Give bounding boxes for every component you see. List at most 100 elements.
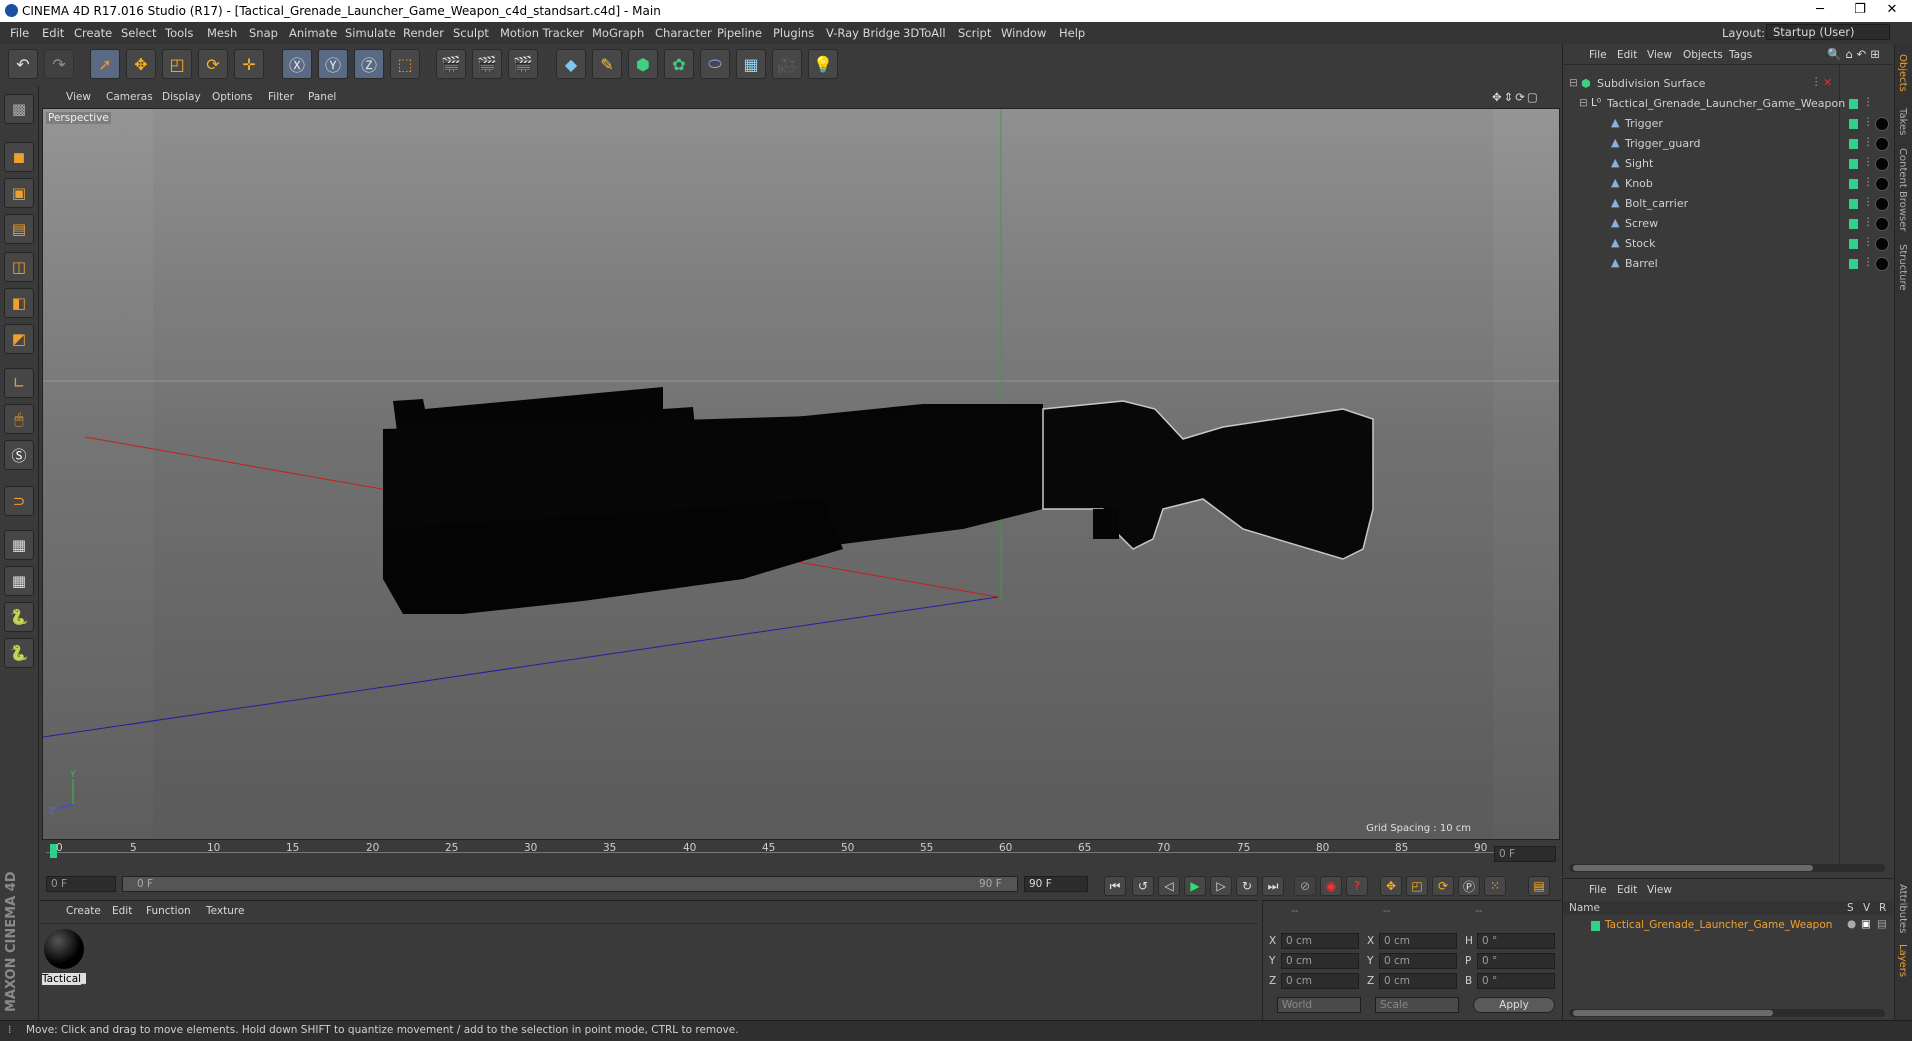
- go-to-start-button[interactable]: ⏮: [1104, 876, 1126, 896]
- tab-takes[interactable]: Takes: [1897, 108, 1908, 135]
- start-frame-field[interactable]: 0 F: [46, 876, 116, 892]
- viewport-navigation-icons[interactable]: ✥⇕⟳▢: [1492, 90, 1540, 104]
- tweak-mode-button[interactable]: 🖱: [4, 404, 34, 434]
- visibility-toggle-icon[interactable]: ⋮: [1863, 116, 1874, 128]
- polygons-mode-button[interactable]: ◩: [4, 324, 34, 354]
- menu-render[interactable]: Render: [403, 26, 444, 40]
- perspective-viewport[interactable]: Grid Spacing : 10 cm Y Z Perspective: [42, 108, 1560, 840]
- current-frame-field[interactable]: 0 F: [1494, 846, 1556, 862]
- add-subdivision-button[interactable]: ⬢: [628, 49, 658, 79]
- layer-solo-icon[interactable]: ●: [1847, 918, 1856, 930]
- visibility-toggle-icon[interactable]: ⋮: [1863, 176, 1874, 188]
- layer-menu-file[interactable]: File: [1589, 884, 1607, 896]
- add-array-button[interactable]: ✿: [664, 49, 694, 79]
- make-editable-button[interactable]: ▩: [4, 94, 34, 124]
- material-tag-ball[interactable]: [1875, 137, 1889, 151]
- rotate-tool-button[interactable]: ⟳: [198, 49, 228, 79]
- close-button[interactable]: ✕: [1872, 2, 1912, 20]
- tab-objects[interactable]: Objects: [1897, 54, 1908, 92]
- rotation-p-field[interactable]: 0 °: [1477, 953, 1555, 969]
- axis-mode-button[interactable]: ∟: [4, 368, 34, 398]
- go-to-end-button[interactable]: ⏭: [1262, 876, 1284, 896]
- visibility-toggle-icon[interactable]: ⋮: [1863, 196, 1874, 208]
- menu-mesh[interactable]: Mesh: [207, 26, 237, 40]
- lock-workplane-button[interactable]: ▦: [4, 530, 34, 560]
- live-selection-button[interactable]: ➚: [90, 49, 120, 79]
- material-tag-ball[interactable]: [1875, 157, 1889, 171]
- key-position-button[interactable]: ✥: [1380, 876, 1402, 896]
- size-x-field[interactable]: 0 cm: [1379, 933, 1457, 949]
- coordinate-mode-dropdown[interactable]: World: [1277, 997, 1361, 1013]
- viewport-menu-view[interactable]: View: [66, 91, 91, 103]
- tab-structure[interactable]: Structure: [1897, 244, 1908, 291]
- layer-color-tag[interactable]: [1849, 259, 1858, 269]
- layer-color-tag[interactable]: [1849, 199, 1858, 209]
- menu-sculpt[interactable]: Sculpt: [453, 26, 489, 40]
- collapse-toggle-icon[interactable]: ⊟: [1579, 97, 1588, 109]
- layer-color-swatch[interactable]: [1591, 921, 1600, 931]
- object-row-trigger[interactable]: ▲ Trigger ⋮: [1563, 114, 1889, 134]
- position-x-field[interactable]: 0 cm: [1281, 933, 1359, 949]
- menu-3dtoall[interactable]: 3DToAll: [903, 26, 946, 40]
- timeline-window-button[interactable]: ▤: [1528, 876, 1550, 896]
- position-y-field[interactable]: 0 cm: [1281, 953, 1359, 969]
- material-menu-create[interactable]: Create: [66, 905, 101, 917]
- menu-select[interactable]: Select: [121, 26, 156, 40]
- snap-button[interactable]: Ⓢ: [4, 440, 34, 470]
- coordinate-system-button[interactable]: ⬚: [390, 49, 420, 79]
- undo-button[interactable]: ↶: [8, 49, 38, 79]
- object-manager-nav-icons[interactable]: 🔍⌂↶⊞: [1827, 47, 1884, 61]
- planar-workplane-button[interactable]: ▦: [4, 566, 34, 596]
- menu-edit[interactable]: Edit: [42, 26, 64, 40]
- key-scale-button[interactable]: ◰: [1406, 876, 1428, 896]
- layer-menu-edit[interactable]: Edit: [1617, 884, 1637, 896]
- menu-simulate[interactable]: Simulate: [345, 26, 396, 40]
- object-menu-tags[interactable]: Tags: [1729, 49, 1752, 61]
- enable-snap-button[interactable]: ⊃: [4, 486, 34, 516]
- record-keys-button[interactable]: ⊘: [1294, 876, 1316, 896]
- add-camera-button[interactable]: 🎥: [772, 49, 802, 79]
- y-axis-lock-button[interactable]: Ⓨ: [318, 49, 348, 79]
- visibility-toggle-icon[interactable]: ⋮: [1811, 76, 1822, 88]
- python-script-button-2[interactable]: 🐍: [4, 638, 34, 668]
- points-mode-button[interactable]: ◫: [4, 252, 34, 282]
- add-cube-button[interactable]: ◆: [556, 49, 586, 79]
- object-row-barrel[interactable]: ▲ Barrel ⋮: [1563, 254, 1889, 274]
- material-swatch[interactable]: Tactical_: [42, 929, 86, 989]
- layer-color-tag[interactable]: [1849, 179, 1858, 189]
- rotation-h-field[interactable]: 0 °: [1477, 933, 1555, 949]
- next-key-button[interactable]: ↻: [1236, 876, 1258, 896]
- menu-create[interactable]: Create: [74, 26, 112, 40]
- coordinate-type-dropdown[interactable]: Scale: [1375, 997, 1459, 1013]
- material-menu-function[interactable]: Function: [146, 905, 191, 917]
- object-row-bolt-carrier[interactable]: ▲ Bolt_carrier ⋮: [1563, 194, 1889, 214]
- material-tag-ball[interactable]: [1875, 117, 1889, 131]
- layer-color-tag[interactable]: [1849, 119, 1858, 129]
- render-picture-viewer-button[interactable]: 🎬: [472, 49, 502, 79]
- menu-tools[interactable]: Tools: [165, 26, 193, 40]
- size-y-field[interactable]: 0 cm: [1379, 953, 1457, 969]
- z-axis-lock-button[interactable]: Ⓩ: [354, 49, 384, 79]
- menu-vray-bridge[interactable]: V-Ray Bridge: [826, 26, 900, 40]
- tab-content-browser[interactable]: Content Browser: [1897, 148, 1908, 231]
- visibility-toggle-icon[interactable]: ⋮: [1863, 136, 1874, 148]
- layer-color-tag[interactable]: [1849, 159, 1858, 169]
- layer-menu-view[interactable]: View: [1647, 884, 1672, 896]
- python-script-button-1[interactable]: 🐍: [4, 602, 34, 632]
- add-pen-spline-button[interactable]: ✎: [592, 49, 622, 79]
- viewport-menu-filter[interactable]: Filter: [268, 91, 294, 103]
- menu-plugins[interactable]: Plugins: [773, 26, 814, 40]
- x-axis-lock-button[interactable]: Ⓧ: [282, 49, 312, 79]
- menu-pipeline[interactable]: Pipeline: [717, 26, 762, 40]
- menu-script[interactable]: Script: [958, 26, 991, 40]
- workplane-mode-button[interactable]: ▤: [4, 214, 34, 244]
- layer-manager-h-scrollbar[interactable]: [1569, 1009, 1885, 1017]
- object-row-sight[interactable]: ▲ Sight ⋮: [1563, 154, 1889, 174]
- object-row-subdivision-surface[interactable]: ⊟ ⬢ Subdivision Surface ⋮ ✕: [1563, 74, 1838, 94]
- scale-tool-button[interactable]: ◰: [162, 49, 192, 79]
- key-parameter-button[interactable]: Ⓟ: [1458, 876, 1480, 896]
- key-rotation-button[interactable]: ⟳: [1432, 876, 1454, 896]
- visibility-toggle-icon[interactable]: ⋮: [1863, 216, 1874, 228]
- material-tag-ball[interactable]: [1875, 257, 1889, 271]
- layer-color-tag[interactable]: [1849, 99, 1858, 109]
